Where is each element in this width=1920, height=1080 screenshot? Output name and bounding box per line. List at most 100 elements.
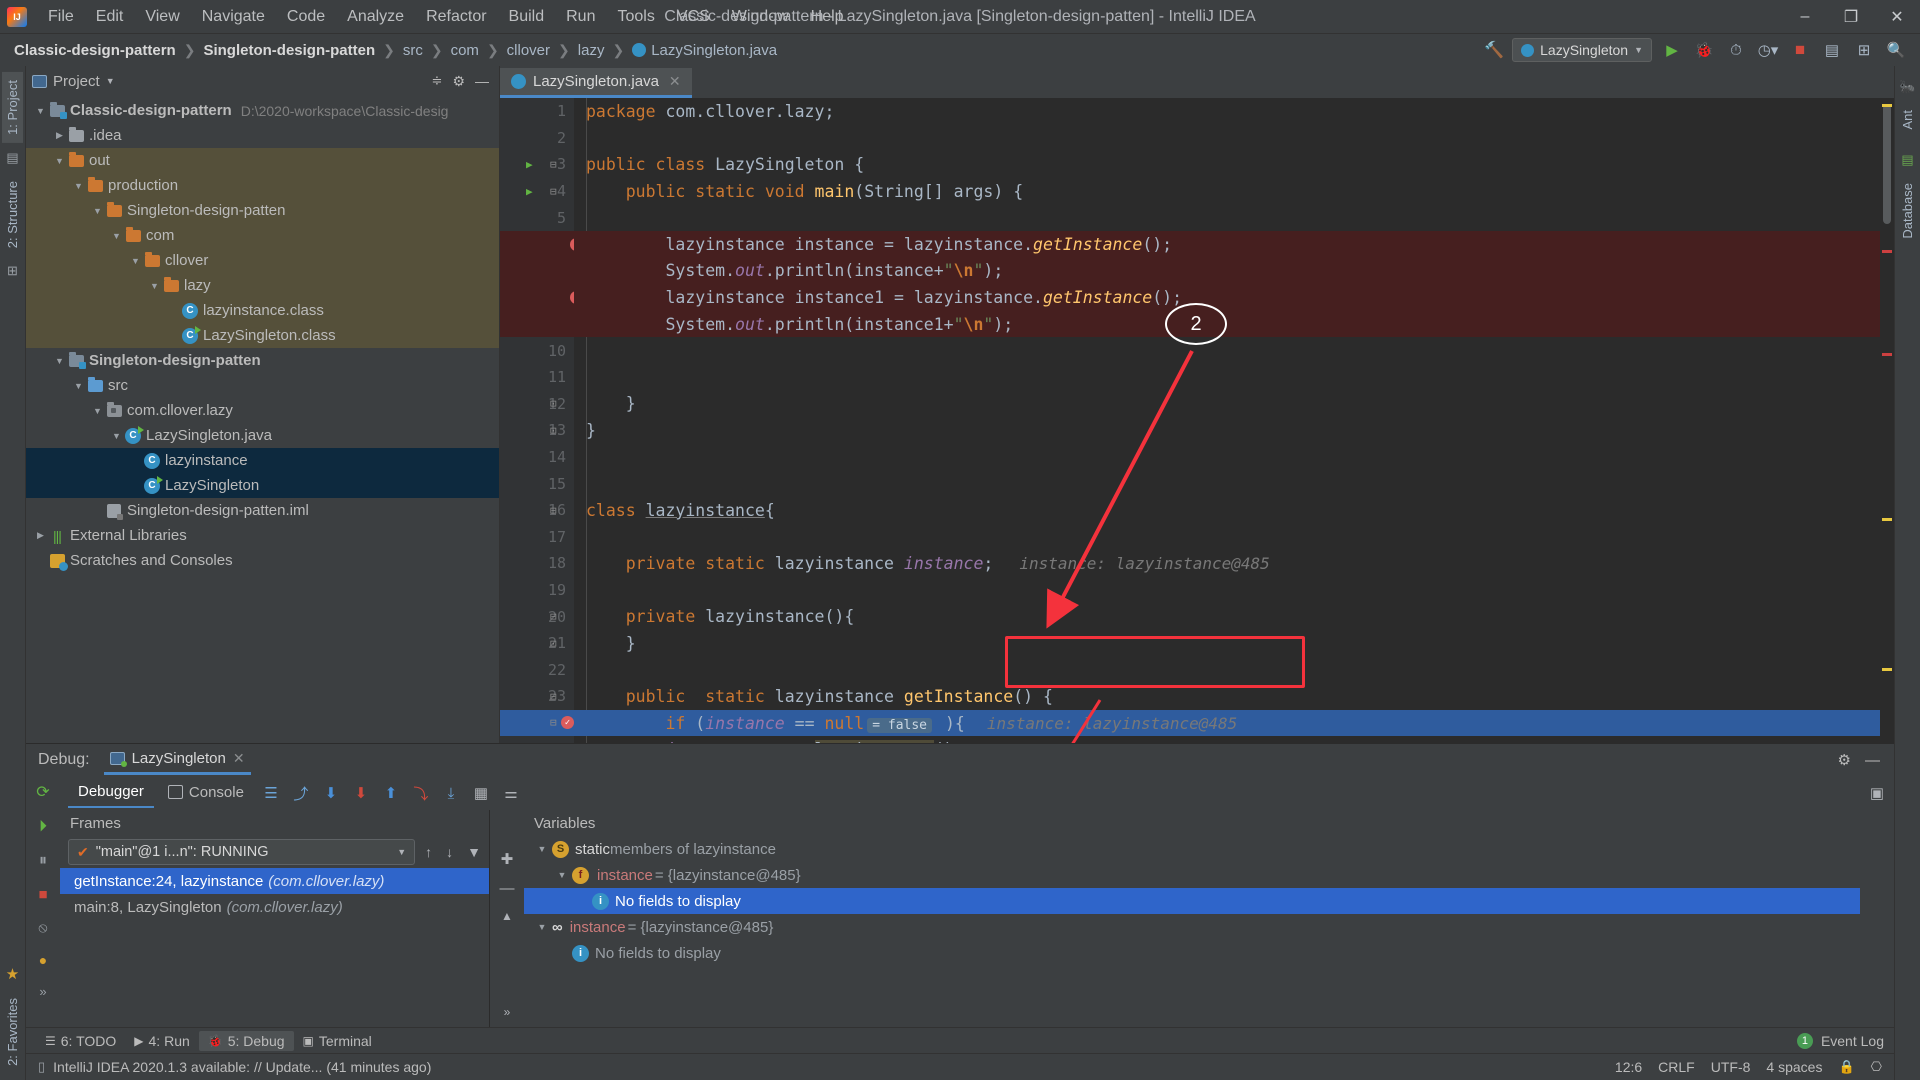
gutter-line[interactable]: 22 <box>500 656 574 683</box>
favorites-star-icon[interactable]: ★ <box>6 965 19 983</box>
breadcrumb-item[interactable]: com <box>447 40 483 61</box>
code-fold-icon[interactable]: ⊟ <box>550 158 557 171</box>
variable-row[interactable]: ▼∞instance = {lazyinstance@485} <box>524 914 1860 940</box>
code-line[interactable]: lazyinstance instance1 = lazyinstance.ge… <box>574 284 1894 311</box>
menu-item-window[interactable]: Window <box>721 4 800 30</box>
remove-watch-icon[interactable]: — <box>500 880 515 897</box>
tree-node[interactable]: ▼src <box>26 373 499 398</box>
code-line[interactable] <box>574 444 1894 471</box>
tree-node[interactable]: ▶Scratches and Consoles <box>26 548 499 573</box>
code-line[interactable]: } <box>574 630 1894 657</box>
code-line[interactable]: System.out.println(instance+"\n"); <box>574 258 1894 285</box>
code-line[interactable] <box>574 125 1894 152</box>
line-separator[interactable]: CRLF <box>1658 1059 1695 1075</box>
warning-stripe[interactable] <box>1882 104 1892 107</box>
code-area[interactable]: package com.cllover.lazy;public class La… <box>574 98 1894 743</box>
minimize-button[interactable]: – <box>1782 0 1828 34</box>
move-watch-up-icon[interactable]: ▲ <box>501 909 513 923</box>
stop-icon[interactable]: ■ <box>1788 38 1812 62</box>
code-line[interactable] <box>574 470 1894 497</box>
move-down-icon[interactable]: ↓ <box>442 844 457 860</box>
build-hammer-icon[interactable]: 🔨 <box>1484 40 1504 60</box>
layout-icon[interactable]: ⊞ <box>1852 38 1876 62</box>
code-line[interactable]: lazyinstance instance = lazyinstance.get… <box>574 231 1894 258</box>
code-line[interactable]: instance = new lazyinstance(); <box>574 736 1894 743</box>
menu-item-tools[interactable]: Tools <box>606 4 665 30</box>
pause-icon[interactable]: ⏸ <box>39 852 47 870</box>
add-watch-icon[interactable]: ✚ <box>501 850 514 868</box>
code-line[interactable]: private static lazyinstance instance;ins… <box>574 550 1894 577</box>
error-stripe[interactable] <box>1882 250 1892 253</box>
code-line[interactable]: } <box>574 417 1894 444</box>
debug-session-tab[interactable]: LazySingleton ✕ <box>104 746 251 775</box>
stop-icon[interactable]: ■ <box>38 886 47 903</box>
frame-row[interactable]: getInstance:24, lazyinstance(com.cllover… <box>60 868 489 894</box>
sidebar-tab-project[interactable]: 1: Project <box>2 72 23 143</box>
chevron-down-icon[interactable]: ▼ <box>72 181 85 191</box>
resume-icon[interactable]: ⏵ <box>39 818 47 836</box>
editor-vertical-scrollbar[interactable] <box>1880 98 1894 743</box>
lock-icon[interactable]: 🔒 <box>1838 1059 1854 1075</box>
tree-node[interactable]: ▶CLazySingleton <box>26 473 499 498</box>
menu-item-help[interactable]: Help <box>800 4 855 30</box>
code-line[interactable]: public static lazyinstance getInstance()… <box>574 683 1894 710</box>
gutter-line[interactable]: 10 <box>500 337 574 364</box>
gutter-line[interactable]: ⊟23 <box>500 683 574 710</box>
close-icon[interactable]: ✕ <box>669 73 681 90</box>
menu-item-vcs[interactable]: VCS <box>666 4 721 30</box>
code-line[interactable]: private lazyinstance(){ <box>574 603 1894 630</box>
gutter-line[interactable]: 1 <box>500 98 574 125</box>
code-line[interactable]: System.out.println(instance1+"\n"); <box>574 311 1894 338</box>
profiler-icon[interactable]: ◷▾ <box>1756 38 1780 62</box>
gear-icon[interactable]: ⚙ <box>1838 751 1851 769</box>
gutter-line[interactable]: 6 <box>500 231 574 258</box>
menu-item-analyze[interactable]: Analyze <box>336 4 415 30</box>
code-line[interactable] <box>574 657 1894 684</box>
settings-icon[interactable]: ⚌ <box>498 780 524 806</box>
menu-item-navigate[interactable]: Navigate <box>191 4 276 30</box>
tree-node[interactable]: ▶|||External Libraries <box>26 523 499 548</box>
sidebar-tab-structure[interactable]: 2: Structure <box>2 173 23 256</box>
gutter-line[interactable]: 7 <box>500 258 574 285</box>
filter-icon[interactable]: ▼ <box>463 844 485 860</box>
tree-node[interactable]: ▶Clazyinstance.class <box>26 298 499 323</box>
thread-selector[interactable]: ✔ "main"@1 i...n": RUNNING ▼ <box>68 839 415 865</box>
code-fold-icon[interactable]: ⊡ <box>550 424 557 437</box>
gutter-line[interactable]: 25 <box>500 736 574 743</box>
maximize-button[interactable]: ❐ <box>1828 0 1874 34</box>
run-to-cursor-icon[interactable]: ⤓ <box>438 780 464 806</box>
chevron-down-icon[interactable]: ▼ <box>91 206 104 216</box>
frames-list[interactable]: getInstance:24, lazyinstance(com.cllover… <box>60 868 489 1027</box>
gutter-line[interactable]: ⊡12 <box>500 391 574 418</box>
frame-row[interactable]: main:8, LazySingleton(com.cllover.lazy) <box>60 894 489 920</box>
status-message[interactable]: IntelliJ IDEA 2020.1.3 available: // Upd… <box>53 1059 431 1075</box>
more-icon[interactable]: » <box>39 984 46 999</box>
tree-node[interactable]: ▶CLazySingleton.class <box>26 323 499 348</box>
code-fold-icon[interactable]: ⊡ <box>550 397 557 410</box>
code-line[interactable] <box>574 337 1894 364</box>
mute-breakpoints-icon[interactable]: ⦸ <box>38 919 47 936</box>
breadcrumb-item[interactable]: LazySingleton.java <box>628 40 781 61</box>
file-encoding[interactable]: UTF-8 <box>1711 1059 1751 1075</box>
gutter-line[interactable]: ⊟16 <box>500 497 574 524</box>
editor-tab-lazysingleton[interactable]: LazySingleton.java ✕ <box>500 68 692 98</box>
tree-node[interactable]: ▼cllover <box>26 248 499 273</box>
gutter-line[interactable]: 18 <box>500 550 574 577</box>
layout-icon[interactable]: ☰ <box>258 780 284 806</box>
code-line[interactable] <box>574 204 1894 231</box>
drop-frame-icon[interactable]: ⤵ <box>408 780 434 806</box>
chevron-down-icon[interactable]: ▼ <box>148 281 161 291</box>
warning-stripe[interactable] <box>1882 518 1892 521</box>
gutter-line[interactable]: 8 <box>500 284 574 311</box>
chevron-down-icon[interactable]: ▼ <box>534 844 550 854</box>
more-icon[interactable]: » <box>504 1005 511 1027</box>
chevron-down-icon[interactable]: ▼ <box>106 76 115 86</box>
chevron-down-icon[interactable]: ▼ <box>53 156 66 166</box>
sidebar-tab-ant[interactable]: Ant <box>1897 102 1918 138</box>
breadcrumb-item[interactable]: lazy <box>574 40 609 61</box>
sidebar-tab-favorites[interactable]: 2: Favorites <box>2 990 23 1074</box>
chevron-down-icon[interactable]: ▼ <box>129 256 142 266</box>
toolwindow-button-run[interactable]: ▶4: Run <box>125 1031 198 1051</box>
code-line[interactable]: } <box>574 391 1894 418</box>
menu-item-build[interactable]: Build <box>498 4 556 30</box>
